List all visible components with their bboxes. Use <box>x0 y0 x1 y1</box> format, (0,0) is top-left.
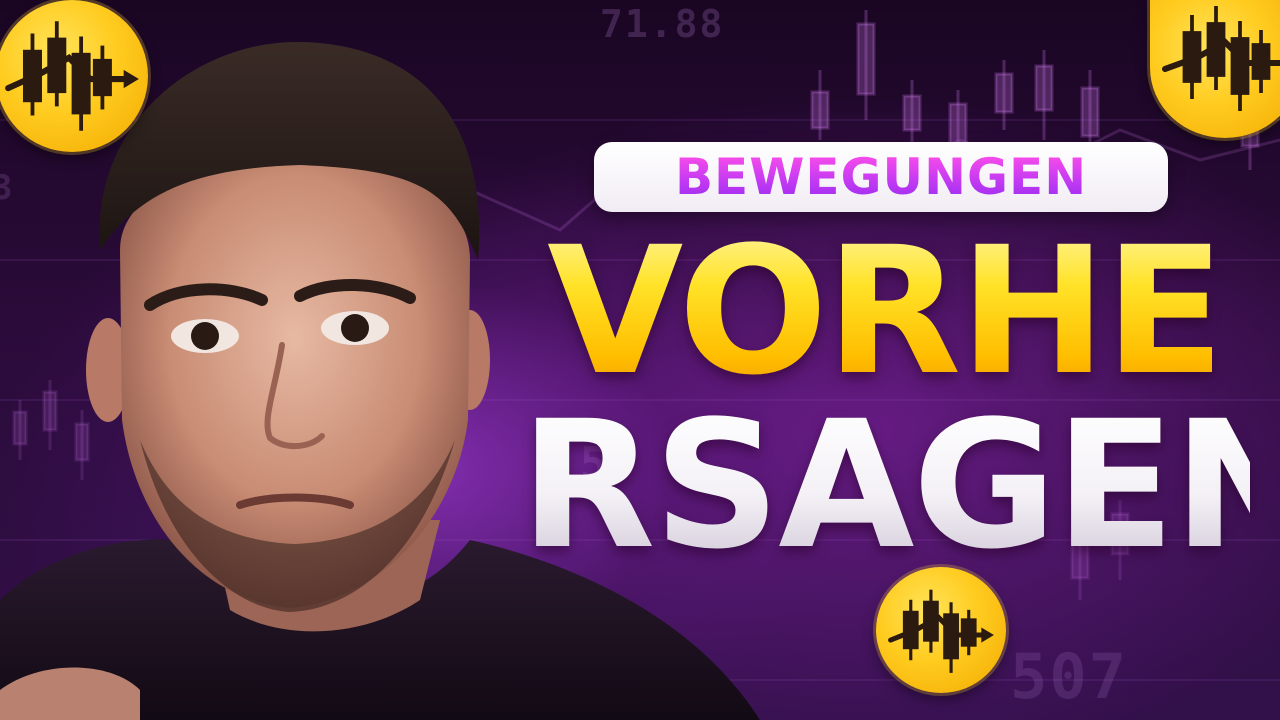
candlestick-chart-icon <box>1162 6 1280 111</box>
coin-badge-top-right <box>1150 0 1280 138</box>
subtitle-pill: BEWEGUNGEN <box>594 142 1168 212</box>
headline-line-1: VORHE <box>520 224 1250 400</box>
subtitle-text: BEWEGUNGEN <box>674 148 1088 206</box>
background-number-bottom: 507 <box>1010 640 1128 713</box>
thumbnail: 71.88 3 59 507 <box>0 0 1280 720</box>
candlestick-chart-icon <box>5 21 139 131</box>
coin-badge-top-left <box>0 0 148 152</box>
headline-line-2: RSAGEN <box>520 383 1280 588</box>
